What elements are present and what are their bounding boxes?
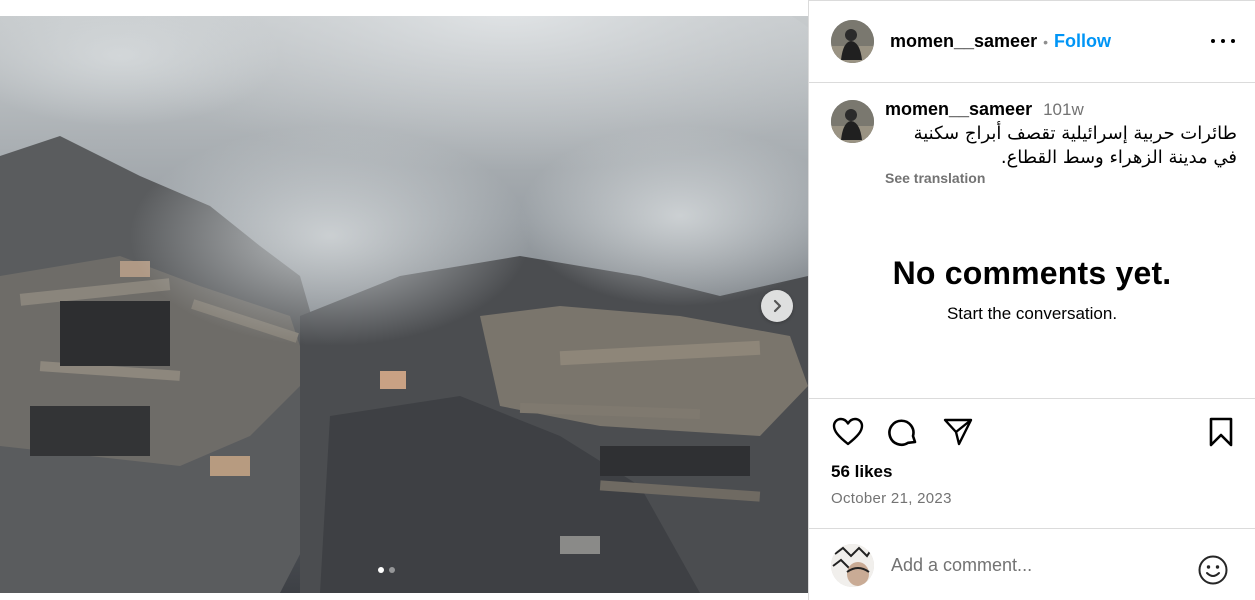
caption-text: طائرات حربية إسرائيلية تقصف أبراج سكنية … xyxy=(913,123,1237,168)
carousel-next-button[interactable] xyxy=(761,290,793,322)
caption-username[interactable]: momen__sameer xyxy=(885,99,1032,120)
caption-age[interactable]: 101w xyxy=(1043,100,1084,120)
post-header: momen__sameer • Follow xyxy=(809,1,1255,83)
save-button[interactable] xyxy=(1204,415,1237,448)
carousel-dot xyxy=(389,567,395,573)
avatar[interactable] xyxy=(831,20,874,63)
empty-comments-subtitle: Start the conversation. xyxy=(946,304,1118,323)
comment-button[interactable] xyxy=(886,415,919,448)
comment-composer xyxy=(809,528,1255,600)
carousel-indicator xyxy=(378,567,395,573)
post-panel: momen__sameer • Follow momen__sameer 101… xyxy=(808,0,1255,600)
heart-icon xyxy=(832,417,863,445)
paper-plane-icon xyxy=(943,418,972,445)
follow-button[interactable]: Follow xyxy=(1054,31,1111,52)
avatar[interactable] xyxy=(831,100,874,143)
emoji-smile-icon[interactable] xyxy=(1197,554,1229,586)
bookmark-icon xyxy=(1209,417,1232,446)
separator-dot: • xyxy=(1043,33,1048,50)
more-options-icon[interactable] xyxy=(1211,31,1235,51)
avatar-image xyxy=(831,543,874,587)
share-button[interactable] xyxy=(941,415,974,448)
comment-bubble-icon xyxy=(887,418,916,446)
comment-input[interactable] xyxy=(891,554,1181,576)
like-button[interactable] xyxy=(831,415,864,448)
post-image-rubble xyxy=(0,16,808,593)
carousel-dot xyxy=(378,567,384,573)
caption: momen__sameer 101w طائرات حربية إسرائيلي… xyxy=(831,99,1241,186)
header-username[interactable]: momen__sameer xyxy=(890,31,1037,52)
post-date[interactable]: October 21, 2023 xyxy=(831,490,952,507)
avatar-image xyxy=(831,20,874,63)
post-actions: 56 likes October 21, 2023 xyxy=(809,398,1255,528)
likes-count[interactable]: 56 likes xyxy=(831,462,892,482)
avatar-image xyxy=(831,100,874,143)
chevron-right-icon xyxy=(773,299,782,313)
post-media[interactable] xyxy=(0,16,808,593)
avatar xyxy=(831,543,874,587)
empty-comments-title: No comments yet. xyxy=(892,255,1172,291)
empty-comments: No comments yet. Start the conversation. xyxy=(809,255,1255,324)
see-translation-link[interactable]: See translation xyxy=(885,170,1237,186)
